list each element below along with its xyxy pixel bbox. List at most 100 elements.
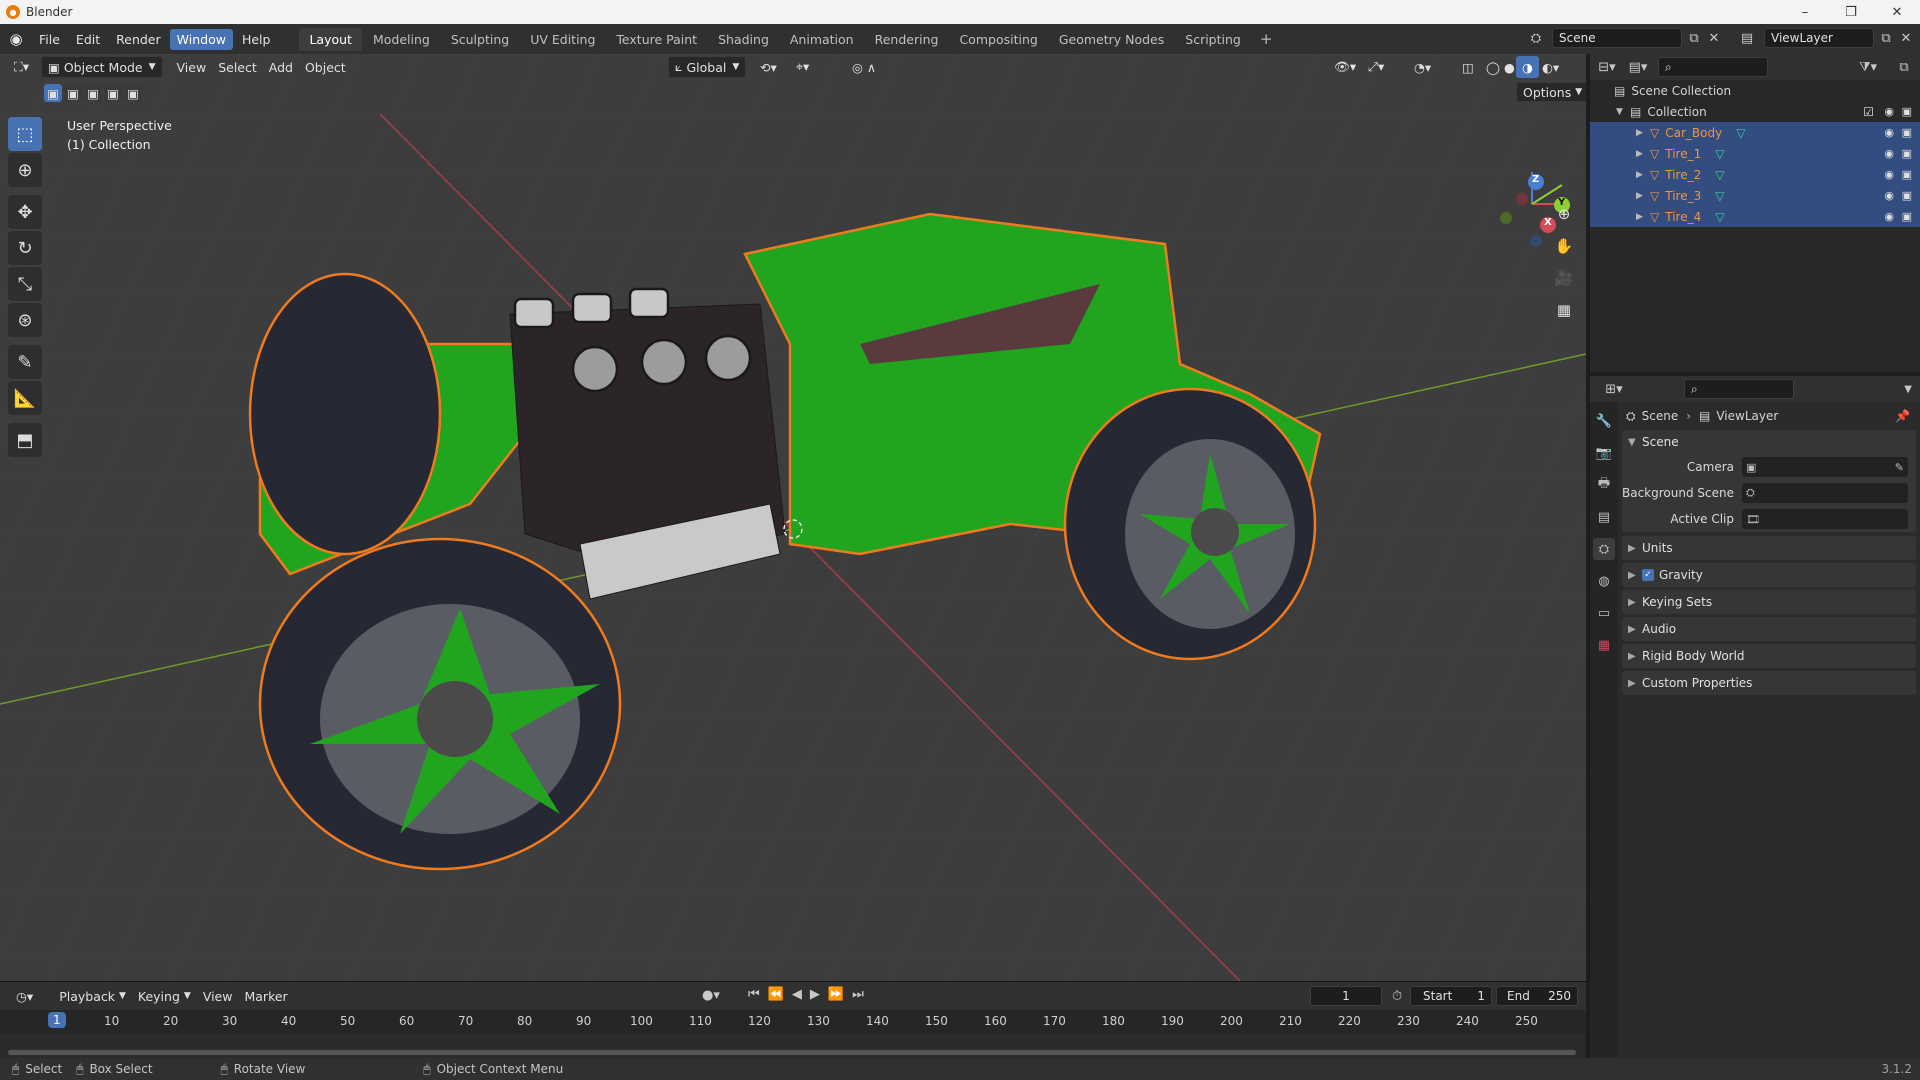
timeline-scrollbar[interactable] <box>8 1050 1576 1055</box>
measure-tool-icon[interactable]: 📐 <box>8 381 42 415</box>
xray-icon[interactable]: ◫ <box>1456 56 1480 78</box>
viewlayer-selector[interactable]: ViewLayer <box>1764 28 1874 48</box>
transform-tool-icon[interactable]: ⊛ <box>8 303 42 337</box>
new-viewlayer-icon[interactable]: ⧉ <box>1878 31 1894 46</box>
eyedropper-icon[interactable]: ✎ <box>1895 461 1904 474</box>
outliner-item-car-body[interactable]: ▶ ▽ Car_Body ▽ ◉ ▣ <box>1590 122 1920 143</box>
rigid-body-world-panel[interactable]: ▶ Rigid Body World <box>1622 644 1916 668</box>
select-invert-icon[interactable]: ▣ <box>104 84 122 102</box>
background-scene-field[interactable]: ⛭ <box>1742 483 1908 503</box>
add-cube-tool-icon[interactable]: ⬒ <box>8 423 42 457</box>
viewport-options-button[interactable]: Options ▼ <box>1516 82 1586 102</box>
camera-icon[interactable]: ▣ <box>1902 168 1912 181</box>
view-layer-tab-icon[interactable]: ▤ <box>1593 506 1615 528</box>
add-workspace-button[interactable]: + <box>1252 30 1281 48</box>
properties-search-input[interactable]: ⌕ <box>1684 379 1794 399</box>
mode-selector[interactable]: ▣ Object Mode ▼ <box>41 56 163 78</box>
output-tab-icon[interactable]: 🖶 <box>1593 474 1615 496</box>
expand-arrow-icon[interactable]: ▶ <box>1636 128 1650 138</box>
tab-modeling[interactable]: Modeling <box>363 28 440 51</box>
outliner-editor-type-icon[interactable]: ⊟▾ <box>1590 60 1624 75</box>
menu-help[interactable]: Help <box>235 29 278 50</box>
tab-sculpting[interactable]: Sculpting <box>441 28 519 51</box>
camera-view-icon[interactable]: 🎥 <box>1550 264 1578 292</box>
camera-icon[interactable]: ▣ <box>1902 126 1912 139</box>
gravity-panel[interactable]: ▶ ✓ Gravity <box>1622 563 1916 587</box>
start-frame-field[interactable]: Start 1 <box>1410 986 1492 1006</box>
tab-rendering[interactable]: Rendering <box>865 28 949 51</box>
scene-selector[interactable]: Scene <box>1552 28 1682 48</box>
viewport-menu-object[interactable]: Object <box>299 56 352 78</box>
outliner-search-input[interactable]: ⌕ <box>1658 57 1768 77</box>
blender-menu-icon[interactable]: ◉ <box>0 24 32 54</box>
preview-range-icon[interactable]: ⏱ <box>1392 989 1402 1004</box>
play-icon[interactable]: ▶ <box>810 987 820 1002</box>
timeline-menu-keying[interactable]: Keying ▼ <box>132 985 197 1007</box>
custom-properties-panel[interactable]: ▶ Custom Properties <box>1622 671 1916 695</box>
tab-animation[interactable]: Animation <box>780 28 864 51</box>
record-icon[interactable]: ●▾ <box>702 988 720 1003</box>
viewport-menu-select[interactable]: Select <box>212 56 263 78</box>
eye-icon[interactable]: ◉ <box>1884 147 1894 160</box>
jump-end-icon[interactable]: ⏭ <box>852 987 864 1002</box>
select-subtract-icon[interactable]: ▣ <box>84 84 102 102</box>
tool-tab-icon[interactable]: 🔧 <box>1593 410 1615 432</box>
pan-hand-icon[interactable]: ✋ <box>1550 232 1578 260</box>
outliner-item-tire-3[interactable]: ▶ ▽ Tire_3 ▽ ◉ ▣ <box>1590 185 1920 206</box>
expand-arrow-icon[interactable]: ▶ <box>1636 191 1650 201</box>
tab-texture-paint[interactable]: Texture Paint <box>606 28 707 51</box>
pivot-point-icon[interactable]: ⟲▾ <box>754 56 783 78</box>
texture-tab-icon[interactable]: ▦ <box>1593 634 1615 656</box>
expand-arrow-icon[interactable]: ▶ <box>1636 212 1650 222</box>
close-button[interactable]: ✕ <box>1874 0 1920 24</box>
select-box-tool-icon[interactable]: ⬚ <box>8 117 42 151</box>
menu-file[interactable]: File <box>32 29 67 50</box>
eye-icon[interactable]: ◉ <box>1884 105 1894 118</box>
end-frame-field[interactable]: End 250 <box>1496 986 1578 1006</box>
outliner-item-tire-2[interactable]: ▶ ▽ Tire_2 ▽ ◉ ▣ <box>1590 164 1920 185</box>
viewport-menu-add[interactable]: Add <box>263 56 299 78</box>
overlays-icon[interactable]: ◔▾ <box>1408 56 1437 78</box>
tab-layout[interactable]: Layout <box>299 27 362 51</box>
tab-uv-editing[interactable]: UV Editing <box>520 28 605 51</box>
next-keyframe-icon[interactable]: ⏩ <box>828 987 844 1002</box>
rotate-tool-icon[interactable]: ↻ <box>8 231 42 265</box>
scene-panel-header[interactable]: ▼ Scene <box>1622 430 1916 454</box>
snap-icon[interactable]: ⌖▾ <box>790 56 815 78</box>
timeline-menu-view[interactable]: View <box>197 985 239 1007</box>
camera-field[interactable]: ▣ ✎ <box>1742 457 1908 477</box>
properties-editor-type-icon[interactable]: ⊞▾ <box>1596 382 1632 397</box>
expand-arrow-icon[interactable]: ▶ <box>1636 149 1650 159</box>
rendered-shading-icon[interactable]: ◐▾ <box>1536 56 1565 78</box>
camera-icon[interactable]: ▣ <box>1902 210 1912 223</box>
proportional-edit-icon[interactable]: ◎ ∧ <box>846 56 882 78</box>
prev-keyframe-icon[interactable]: ⏪ <box>768 987 784 1002</box>
select-intersect-icon[interactable]: ▣ <box>124 84 142 102</box>
timeline-menu-marker[interactable]: Marker <box>238 985 293 1007</box>
zoom-icon[interactable]: ⊕ <box>1550 200 1578 228</box>
cursor-tool-icon[interactable]: ⊕ <box>8 153 42 187</box>
outliner-item-tire-1[interactable]: ▶ ▽ Tire_1 ▽ ◉ ▣ <box>1590 143 1920 164</box>
timeline-ruler[interactable]: 1 10 20 30 40 50 60 70 80 90 100 110 120… <box>0 1010 1586 1034</box>
delete-viewlayer-icon[interactable]: ✕ <box>1898 31 1914 46</box>
units-panel[interactable]: ▶ Units <box>1622 536 1916 560</box>
timeline-menu-playback[interactable]: Playback ▼ <box>53 985 132 1007</box>
viewport-menu-view[interactable]: View <box>171 56 213 78</box>
display-mode-icon[interactable]: ▤▾ <box>1624 60 1652 75</box>
outliner-collection[interactable]: ▼ ▤ Collection ☑ ◉ ▣ <box>1590 101 1920 122</box>
3d-viewport[interactable]: X Y Z ⛶▾ ▣ Object Mode ▼ View Select Add… <box>0 54 1586 981</box>
editor-type-icon[interactable]: ⛶▾ <box>8 56 35 78</box>
eye-icon[interactable]: ◉ <box>1884 126 1894 139</box>
tab-shading[interactable]: Shading <box>708 28 779 51</box>
play-reverse-icon[interactable]: ◀ <box>792 987 802 1002</box>
jump-start-icon[interactable]: ⏮ <box>748 987 760 1002</box>
scene-tab-icon[interactable]: ⛭ <box>1593 538 1615 560</box>
audio-panel[interactable]: ▶ Audio <box>1622 617 1916 641</box>
viewlayer-icon[interactable]: ▤ <box>1734 31 1760 46</box>
perspective-toggle-icon[interactable]: ▦ <box>1550 296 1578 324</box>
tab-scripting[interactable]: Scripting <box>1175 28 1251 51</box>
pin-icon[interactable]: 📌 <box>1895 409 1910 423</box>
annotate-tool-icon[interactable]: ✎ <box>8 345 42 379</box>
timeline-editor-type-icon[interactable]: ◷▾ <box>10 985 39 1007</box>
camera-icon[interactable]: ▣ <box>1902 105 1912 118</box>
